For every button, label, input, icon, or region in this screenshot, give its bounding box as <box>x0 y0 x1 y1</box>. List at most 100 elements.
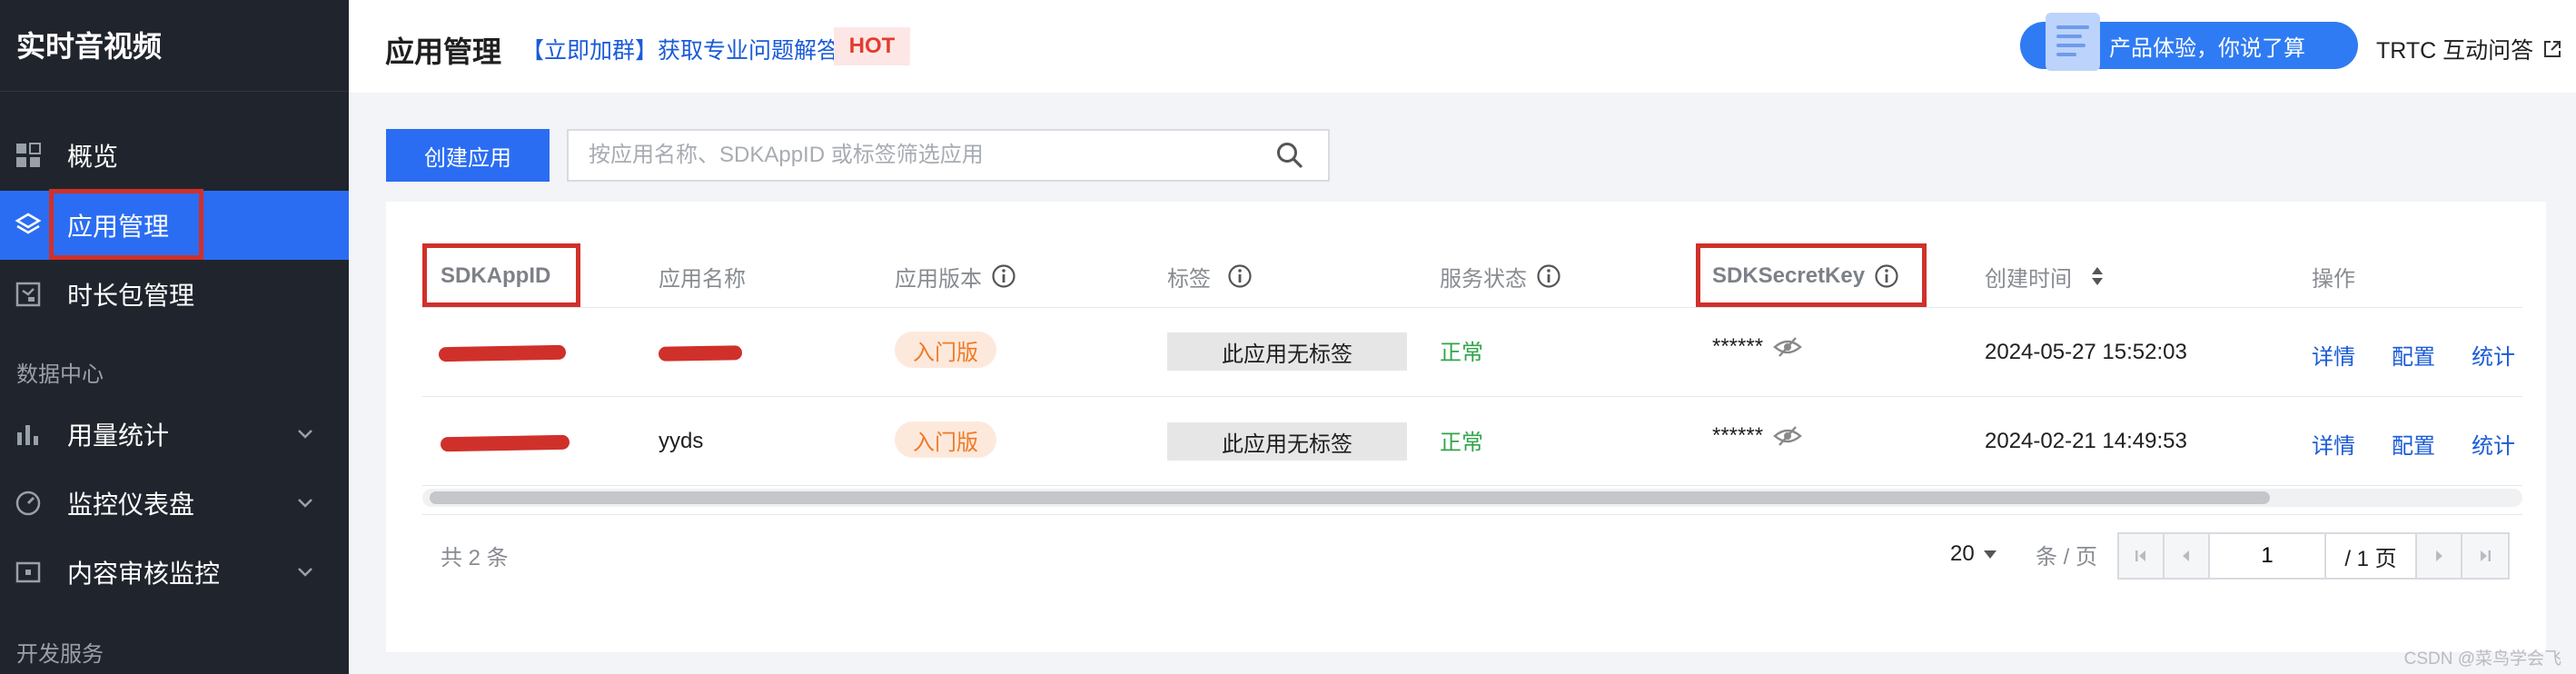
watermark: CSDN @菜鸟学会飞 <box>2403 649 2561 669</box>
column-header-status: 服务状态 <box>1440 258 1561 294</box>
first-page-button[interactable] <box>2119 534 2165 578</box>
last-page-icon <box>2481 550 2491 561</box>
pager: / 1 页 <box>2117 532 2510 580</box>
info-icon[interactable] <box>991 263 1016 289</box>
monitor-icon <box>15 559 42 586</box>
create-app-button[interactable]: 创建应用 <box>386 129 550 182</box>
sidebar-item-label: 内容审核监控 <box>67 560 221 588</box>
info-icon[interactable] <box>1227 263 1253 289</box>
chevron-right-icon <box>2436 550 2442 561</box>
grid-icon <box>15 142 42 169</box>
column-header-actions: 操作 <box>2312 266 2355 292</box>
search-icon[interactable] <box>1272 141 1308 170</box>
search-input[interactable] <box>569 131 1272 180</box>
info-icon[interactable] <box>1536 263 1561 289</box>
page-title: 应用管理 <box>385 35 502 68</box>
secret-key-masked: ****** <box>1712 329 1803 365</box>
column-header-created[interactable]: 创建时间 <box>1985 258 2105 294</box>
version-badge: 入门版 <box>895 421 996 458</box>
highlight-box-app-management <box>49 189 203 260</box>
details-link[interactable]: 详情 <box>2312 336 2355 372</box>
eye-off-icon[interactable] <box>1772 335 1803 359</box>
qa-link-label: TRTC 互动问答 <box>2376 38 2534 64</box>
bar-chart-icon <box>15 421 42 448</box>
horizontal-scrollbar[interactable] <box>422 489 2522 507</box>
caret-down-icon <box>1983 550 1996 559</box>
column-header-label: 标签 <box>1167 266 1211 292</box>
sidebar-divider <box>0 91 349 92</box>
first-page-icon <box>2135 550 2145 561</box>
sidebar-item-label: 用量统计 <box>67 421 170 450</box>
column-header-label: 服务状态 <box>1440 266 1527 292</box>
version-badge: 入门版 <box>895 332 996 368</box>
secret-value: ****** <box>1712 423 1764 448</box>
last-page-button[interactable] <box>2462 534 2508 578</box>
column-header-label: 创建时间 <box>1985 266 2072 292</box>
next-page-button[interactable] <box>2417 534 2462 578</box>
sidebar-item-overview[interactable]: 概览 <box>0 121 349 190</box>
section-label-data-center: 数据中心 <box>16 362 104 387</box>
sidebar-item-content-moderation[interactable]: 内容审核监控 <box>0 538 349 607</box>
chevron-left-icon <box>2183 550 2189 561</box>
redacted-sdkappid <box>440 434 570 452</box>
secret-key-masked: ****** <box>1712 418 1803 454</box>
redacted-app-name <box>658 345 743 362</box>
tag-cell: 此应用无标签 <box>1167 332 1407 371</box>
highlight-box-sdkappid <box>422 243 580 307</box>
stats-link[interactable]: 统计 <box>2472 336 2515 372</box>
column-header-tag: 标签 <box>1167 258 1253 294</box>
status-text: 正常 <box>1440 430 1483 455</box>
sidebar-item-label: 监控仪表盘 <box>67 491 195 519</box>
sidebar-item-usage-stats[interactable]: 用量统计 <box>0 400 349 469</box>
join-group-link[interactable]: 【立即加群】获取专业问题解答 <box>521 33 839 65</box>
feedback-label: 产品体验，你说了算 <box>2109 35 2305 61</box>
app-title: 实时音视频 <box>16 30 163 63</box>
config-link[interactable]: 配置 <box>2392 425 2435 461</box>
stats-link[interactable]: 统计 <box>2472 425 2515 461</box>
status-text: 正常 <box>1440 340 1483 365</box>
page-header: 应用管理 【立即加群】获取专业问题解答 HOT 产品体验，你说了算 TRTC 互… <box>349 0 2576 93</box>
sidebar: 实时音视频 概览 应用管理 时长包管理 数据中心 用量统计 监控仪表盘 内容审核… <box>0 0 349 674</box>
layers-icon <box>15 212 42 239</box>
page-number-input[interactable] <box>2210 534 2326 578</box>
row-divider <box>422 514 2522 515</box>
total-pages: / 1 页 <box>2326 534 2417 578</box>
details-link[interactable]: 详情 <box>2312 425 2355 461</box>
eye-off-icon[interactable] <box>1772 424 1803 448</box>
created-time: 2024-05-27 15:52:03 <box>1985 340 2187 364</box>
sidebar-item-monitor-dashboard[interactable]: 监控仪表盘 <box>0 469 349 538</box>
sidebar-item-label: 概览 <box>67 143 119 171</box>
sort-icon[interactable] <box>2090 265 2105 287</box>
per-page-label: 条 / 页 <box>2036 544 2098 570</box>
external-link-icon <box>2544 41 2561 57</box>
created-time: 2024-02-21 14:49:53 <box>1985 429 2187 453</box>
prev-page-button[interactable] <box>2165 534 2210 578</box>
app-name: yyds <box>659 429 704 453</box>
secret-value: ****** <box>1712 334 1764 359</box>
total-count: 共 2 条 <box>441 546 509 570</box>
row-divider <box>422 396 2522 397</box>
feedback-button[interactable]: 产品体验，你说了算 <box>2020 13 2358 71</box>
chevron-down-icon <box>296 493 314 516</box>
sidebar-item-label: 时长包管理 <box>67 282 195 310</box>
document-icon <box>2046 13 2100 71</box>
hot-badge: HOT <box>834 27 910 65</box>
chevron-down-icon <box>296 424 314 447</box>
scrollbar-thumb[interactable] <box>430 491 2270 504</box>
tag-cell: 此应用无标签 <box>1167 422 1407 461</box>
page-size-select[interactable]: 20 <box>1950 536 1998 572</box>
row-divider <box>422 307 2522 308</box>
sidebar-item-duration-package[interactable]: 时长包管理 <box>0 260 349 329</box>
chevron-down-icon <box>296 562 314 585</box>
search-box <box>567 129 1330 182</box>
config-link[interactable]: 配置 <box>2392 336 2435 372</box>
row-divider <box>422 485 2522 486</box>
app-table-card: SDKAppID 应用名称 应用版本 标签 服务状态 SDKSecretKey … <box>386 202 2546 652</box>
column-header-version: 应用版本 <box>895 258 1016 294</box>
highlight-box-secret-key <box>1696 243 1927 307</box>
redacted-sdkappid <box>438 344 567 362</box>
package-icon <box>15 281 42 308</box>
trtc-qa-link[interactable]: TRTC 互动问答 <box>2376 33 2562 65</box>
column-header-app-name: 应用名称 <box>659 266 746 292</box>
column-header-label: 应用版本 <box>895 266 982 292</box>
